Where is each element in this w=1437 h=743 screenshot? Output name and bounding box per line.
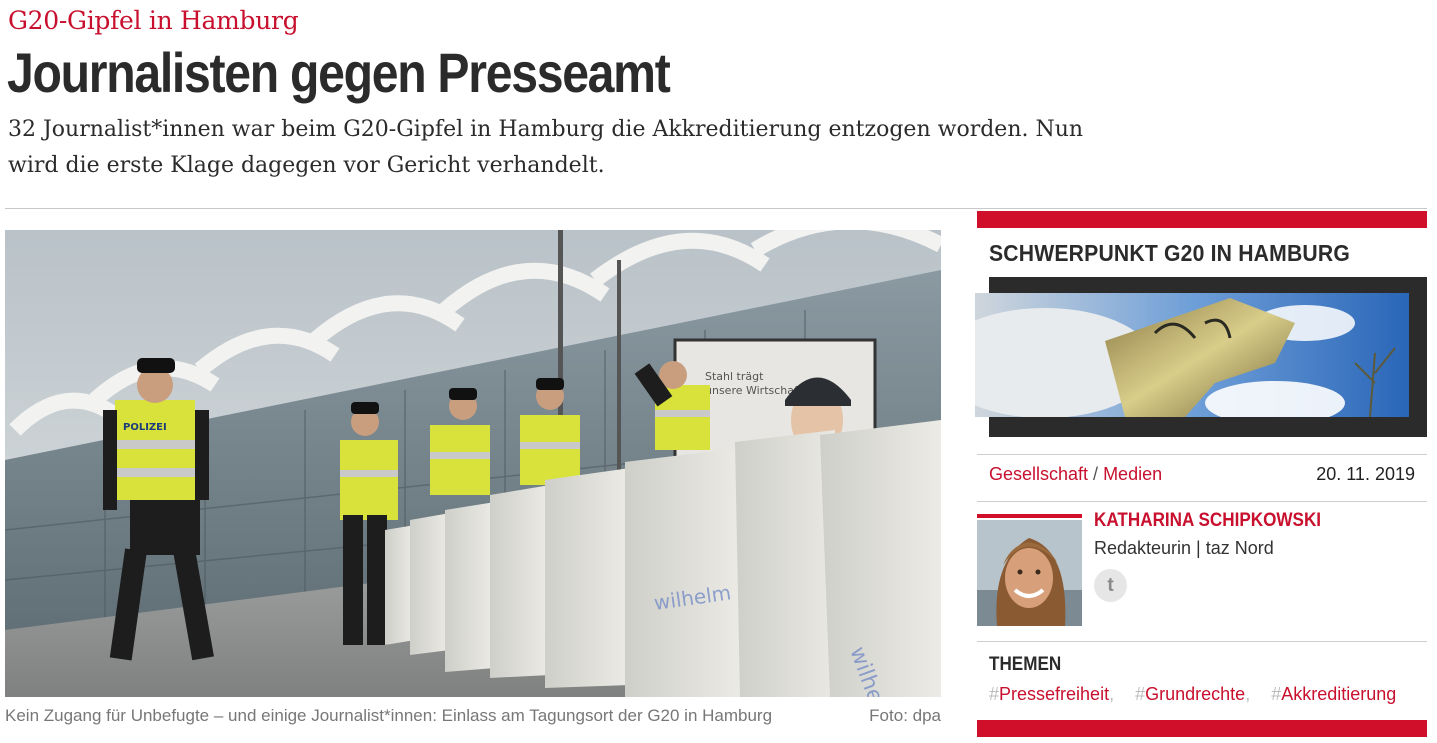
tag-akkreditierung[interactable]: #Akkreditierung bbox=[1271, 684, 1396, 704]
author-portrait bbox=[977, 520, 1082, 626]
vest-label: POLIZEI bbox=[123, 422, 167, 433]
category-separator: / bbox=[1093, 464, 1099, 484]
article-headline: Journalisten gegen Presseamt bbox=[7, 41, 671, 104]
tag-grundrechte[interactable]: #Grundrechte, bbox=[1135, 684, 1250, 704]
article-teaser: 32 Journalist*innen war beim G20-Gipfel … bbox=[8, 117, 1084, 178]
billboard-line-2: unsere Wirtschaft bbox=[705, 384, 803, 397]
g20-flag-photo bbox=[975, 293, 1409, 417]
article-kicker[interactable]: G20-Gipfel in Hamburg bbox=[8, 6, 299, 35]
avatar[interactable] bbox=[977, 520, 1082, 626]
image-caption-text: Kein Zugang für Unbefugte – und einige J… bbox=[5, 706, 773, 725]
author-role: Redakteurin | taz Nord bbox=[1094, 538, 1274, 558]
themen-heading: THEMEN bbox=[989, 654, 1062, 675]
image-caption: Kein Zugang für Unbefugte – und einige J… bbox=[5, 706, 941, 726]
sidebar-bottom-bar bbox=[977, 720, 1427, 737]
schwerpunkt-title[interactable]: SCHWERPUNKT G20 IN HAMBURG bbox=[989, 240, 1350, 267]
category-gesellschaft[interactable]: Gesellschaft bbox=[989, 464, 1088, 484]
schwerpunkt-image[interactable] bbox=[975, 293, 1409, 417]
author-accent-bar bbox=[977, 514, 1082, 518]
themen-divider bbox=[977, 641, 1427, 642]
image-credit: Foto: dpa bbox=[869, 706, 941, 725]
sidebar-top-bar bbox=[977, 211, 1427, 228]
header-divider bbox=[5, 208, 1427, 209]
category-breadcrumb: Gesellschaft / Medien bbox=[989, 464, 1162, 485]
tag-pressefreiheit[interactable]: #Pressefreiheit, bbox=[989, 684, 1114, 704]
category-medien[interactable]: Medien bbox=[1103, 464, 1162, 484]
author-name[interactable]: KATHARINA SCHIPKOWSKI bbox=[1094, 510, 1321, 532]
police-checkpoint-photo: Stahl trägt unsere Wirtschaft POLIZEI wi… bbox=[5, 230, 941, 697]
publish-date: 20. 11. 2019 bbox=[1316, 464, 1415, 484]
meta-divider-top bbox=[977, 454, 1427, 455]
tag-list: #Pressefreiheit, #Grundrechte, #Akkredit… bbox=[989, 684, 1412, 705]
billboard-line-1: Stahl trägt bbox=[705, 370, 764, 383]
article-main-image[interactable]: Stahl trägt unsere Wirtschaft POLIZEI wi… bbox=[5, 230, 941, 697]
twitter-icon[interactable]: t bbox=[1094, 569, 1127, 602]
meta-divider-bottom bbox=[977, 501, 1427, 502]
